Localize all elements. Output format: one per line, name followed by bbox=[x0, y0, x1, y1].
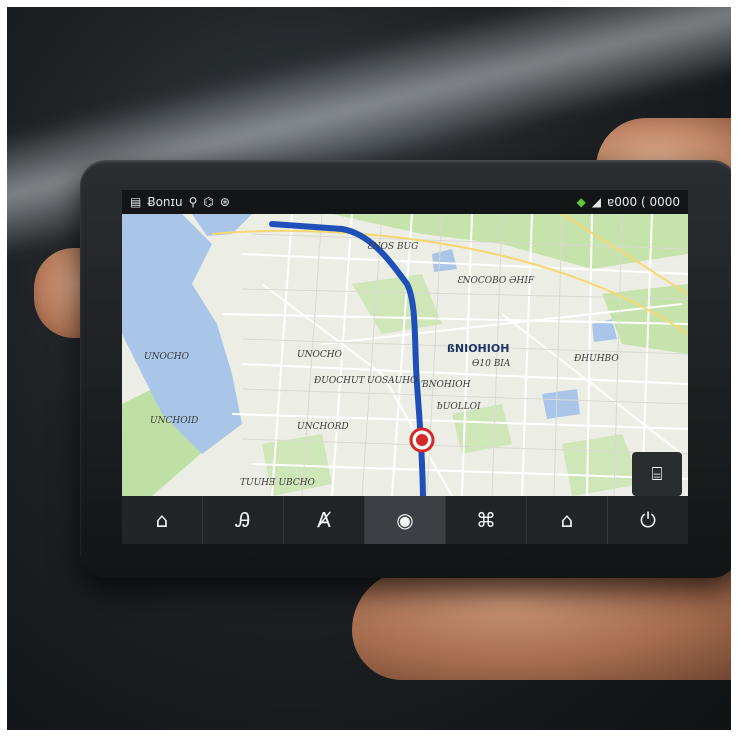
layers-icon: ⌸ bbox=[651, 463, 663, 485]
map-label: ƐNOCOBO ƏHIF bbox=[457, 276, 535, 286]
shield-icon: ◆ bbox=[576, 195, 586, 209]
gps-screen: ▤ Ƀonɪu ⚲ ⌬ ⊛ ◆ ◢ ɐ000 ( 0000 ƐNOS BUG Ɛ… bbox=[122, 190, 688, 544]
map-label-street-name: ßNIOHIOH bbox=[447, 342, 510, 355]
nav-garage-button[interactable]: ⌂ bbox=[527, 496, 608, 544]
map-label: ƉHUHBO bbox=[574, 354, 619, 364]
right-hand-palm bbox=[352, 570, 738, 680]
nav-navigate-button[interactable]: ◉ bbox=[365, 496, 446, 544]
garage-icon: ⌂ bbox=[560, 508, 574, 532]
map-label: UNCHOID bbox=[150, 416, 199, 426]
battery-icon: ▤ bbox=[130, 195, 142, 209]
map-label: UNOCHO bbox=[144, 352, 189, 362]
signal-strength-icon: ◢ bbox=[591, 195, 602, 209]
layers-button[interactable]: ⌸ bbox=[632, 452, 682, 496]
home-icon: ⌂ bbox=[155, 508, 169, 532]
map-label: ƐNOS BUG bbox=[367, 242, 419, 252]
power-icon: ⏻ bbox=[640, 508, 656, 532]
map-label: ƁNOHIOH bbox=[422, 380, 471, 390]
signal-icon: ⌬ bbox=[203, 195, 214, 209]
status-left: ▤ Ƀonɪu ⚲ ⌬ ⊛ bbox=[130, 195, 230, 209]
status-left-text: Ƀonɪu bbox=[147, 195, 183, 209]
map-label: Ɵ10 BIA bbox=[472, 359, 511, 369]
map-label: UNCHORD bbox=[297, 422, 349, 432]
status-right-text: ɐ000 ( 0000 bbox=[607, 195, 680, 209]
status-right: ◆ ◢ ɐ000 ( 0000 bbox=[577, 195, 680, 209]
gps-icon: ⊛ bbox=[219, 195, 230, 209]
map-label: UNOCHO bbox=[297, 350, 342, 360]
nav-home-button[interactable]: ⌂ bbox=[122, 496, 203, 544]
navigate-icon: ◉ bbox=[396, 508, 414, 532]
map-label: UOSAUHO bbox=[367, 376, 418, 386]
pin-icon: ⚲ bbox=[188, 195, 198, 209]
media-icon: ⌘ bbox=[476, 508, 496, 532]
fuel-icon: Ꭿ bbox=[235, 508, 251, 532]
nav-parking-button[interactable]: Ⱥ bbox=[284, 496, 365, 544]
nav-power-button[interactable]: ⏻ bbox=[608, 496, 688, 544]
status-bar: ▤ Ƀonɪu ⚲ ⌬ ⊛ ◆ ◢ ɐ000 ( 0000 bbox=[122, 190, 688, 214]
map-label: ƀUOLLOI bbox=[437, 402, 481, 412]
parking-icon: Ⱥ bbox=[317, 508, 331, 532]
bottom-nav-bar: ⌂ Ꭿ Ⱥ ◉ ⌘ ⌂ ⏻ bbox=[122, 496, 688, 544]
map-label: ƉUOCHUT bbox=[314, 376, 365, 386]
nav-media-button[interactable]: ⌘ bbox=[446, 496, 527, 544]
map-view[interactable]: ƐNOS BUG ƐNOCOBO ƏHIF ßNIOHIOH Ɵ10 BIA U… bbox=[122, 214, 688, 496]
nav-fuel-button[interactable]: Ꭿ bbox=[203, 496, 284, 544]
map-label: TUUHƎ UBCHO bbox=[240, 478, 315, 488]
